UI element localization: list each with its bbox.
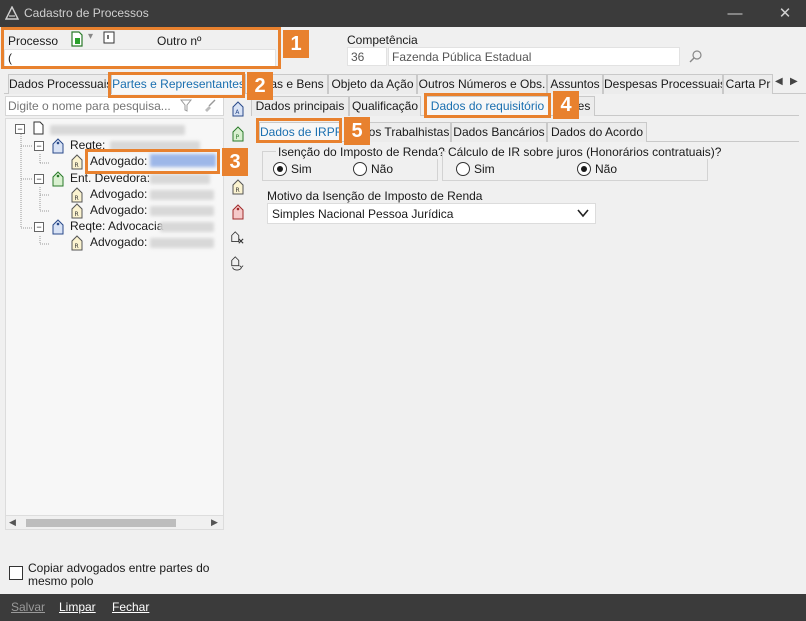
remove-parte-icon[interactable] xyxy=(230,230,244,246)
competencia-name: Fazenda Pública Estadual xyxy=(392,50,532,64)
redacted-name xyxy=(150,174,210,184)
fechar-button[interactable]: Fechar xyxy=(112,600,149,614)
scroll-right-icon[interactable]: ▶ xyxy=(211,517,218,528)
tab-dados-trabalhistas[interactable]: os Trabalhistas xyxy=(367,122,451,142)
tab-objeto-acao[interactable]: Objeto da Ação xyxy=(328,74,417,94)
tabs-scroll-left-icon[interactable]: ◀ xyxy=(775,76,783,87)
add-reqte-icon[interactable]: A xyxy=(231,101,245,117)
reqte-tag-icon xyxy=(52,138,64,154)
isencao-nao-label: Não xyxy=(371,162,394,176)
svg-text:P: P xyxy=(236,134,240,141)
copy-advogados-checkbox[interactable] xyxy=(9,566,23,580)
minimize-button[interactable]: — xyxy=(715,0,755,27)
collapse-reqte2-icon[interactable]: − xyxy=(34,222,44,232)
tab-dados-processuais[interactable]: Dados Processuais xyxy=(8,74,111,94)
tab-carta[interactable]: Carta Pr xyxy=(723,74,773,94)
collapse-root-icon[interactable]: − xyxy=(15,124,25,134)
motivo-label: Motivo da Isenção de Imposto de Renda xyxy=(267,189,483,203)
collapse-reqte-icon[interactable]: − xyxy=(34,141,44,151)
svg-text:R: R xyxy=(75,243,79,250)
limpar-button[interactable]: Limpar xyxy=(59,600,96,614)
calculo-nao-radio[interactable] xyxy=(577,162,591,176)
competencia-code: 36 xyxy=(351,50,365,64)
advogado-tag-icon: R xyxy=(71,187,83,203)
redacted-name xyxy=(150,190,214,200)
callout-box-1 xyxy=(1,27,281,69)
tree-advogado-4[interactable]: Advogado: xyxy=(90,235,147,249)
svg-text:R: R xyxy=(75,211,79,218)
salvar-button[interactable]: Salvar xyxy=(11,600,45,614)
isencao-sim-radio[interactable] xyxy=(273,162,287,176)
callout-badge-2: 2 xyxy=(247,72,273,100)
collapse-ent-icon[interactable]: − xyxy=(34,174,44,184)
advogado-tag-icon: R xyxy=(71,203,83,219)
motivo-select[interactable]: Simples Nacional Pessoa Jurídica xyxy=(267,203,596,224)
tab-dados-acordo[interactable]: Dados do Acordo xyxy=(547,122,647,142)
advogado-tag-icon: R xyxy=(71,235,83,251)
calculo-sim-label: Sim xyxy=(474,162,495,176)
competencia-name-field[interactable]: Fazenda Pública Estadual xyxy=(388,47,680,66)
callout-badge-1: 1 xyxy=(283,30,309,58)
clear-brush-icon[interactable] xyxy=(203,99,217,113)
ent-devedora-tag-icon xyxy=(52,171,64,187)
swap-parte-icon[interactable] xyxy=(230,255,244,271)
tab-outros-numeros[interactable]: Outros Números e Obs. xyxy=(417,74,547,94)
tree-advogado-2[interactable]: Advogado: xyxy=(90,187,147,201)
redacted-processo xyxy=(50,125,185,135)
filter-icon[interactable] xyxy=(180,99,192,113)
window-title: Cadastro de Processos xyxy=(24,6,149,20)
callout-badge-4: 4 xyxy=(553,91,579,119)
app-logo-icon xyxy=(5,6,19,20)
tree-horizontal-scrollbar[interactable]: ◀ ▶ xyxy=(6,515,223,529)
tree-reqte-advocacia[interactable]: Reqte: Advocacia xyxy=(70,219,163,233)
add-outro-icon[interactable] xyxy=(231,204,245,220)
callout-box-5 xyxy=(256,118,342,143)
callout-badge-5: 5 xyxy=(344,117,370,145)
tab-despesas-processuais[interactable]: Despesas Processuais xyxy=(603,74,723,94)
close-button[interactable]: ✕ xyxy=(765,0,805,27)
tab-bens[interactable]: as e Bens xyxy=(266,74,328,94)
search-icon[interactable] xyxy=(689,49,703,63)
competencia-label: Competência xyxy=(347,33,418,47)
title-bar: Cadastro de Processos — ✕ xyxy=(0,0,806,27)
isencao-nao-radio[interactable] xyxy=(353,162,367,176)
redacted-name xyxy=(160,222,214,232)
callout-box-4 xyxy=(424,93,551,118)
competencia-code-field[interactable]: 36 xyxy=(347,47,387,66)
parte-search-input[interactable] xyxy=(8,99,173,113)
footer-bar: Salvar Limpar Fechar xyxy=(0,594,806,621)
tabs-scroll-right-icon[interactable]: ▶ xyxy=(790,76,798,87)
redacted-name xyxy=(150,238,214,248)
reqte-tag-icon xyxy=(52,219,64,235)
copy-advogados-label: Copiar advogados entre partes do mesmo p… xyxy=(28,561,210,588)
cadastro-window: Cadastro de Processos — ✕ Processo ▾ Out… xyxy=(0,0,806,621)
svg-text:R: R xyxy=(75,162,79,169)
callout-box-3 xyxy=(85,149,220,174)
add-ent-devedora-icon[interactable]: P xyxy=(231,126,245,142)
advogado-tag-icon: R xyxy=(71,154,83,170)
chevron-down-icon[interactable] xyxy=(577,209,589,218)
callout-box-2 xyxy=(108,72,245,98)
calculo-sim-radio[interactable] xyxy=(456,162,470,176)
scroll-left-icon[interactable]: ◀ xyxy=(9,517,16,528)
callout-badge-3: 3 xyxy=(222,148,248,176)
isencao-sim-label: Sim xyxy=(291,162,312,176)
motivo-value: Simples Nacional Pessoa Jurídica xyxy=(272,207,454,221)
calculo-label: Cálculo de IR sobre juros (Honorários co… xyxy=(446,145,724,159)
add-advogado-icon[interactable]: R xyxy=(231,179,245,195)
calculo-nao-label: Não xyxy=(595,162,618,176)
svg-text:R: R xyxy=(236,187,240,194)
scroll-thumb[interactable] xyxy=(26,519,176,527)
tab-dados-bancarios[interactable]: Dados Bancários xyxy=(451,122,547,142)
tab-qualificacao[interactable]: Qualificação xyxy=(349,96,421,116)
isencao-label: Isenção do Imposto de Renda? xyxy=(276,145,447,159)
document-icon xyxy=(33,121,44,135)
redacted-name xyxy=(150,206,214,216)
tree-advogado-3[interactable]: Advogado: xyxy=(90,203,147,217)
svg-text:R: R xyxy=(75,195,79,202)
